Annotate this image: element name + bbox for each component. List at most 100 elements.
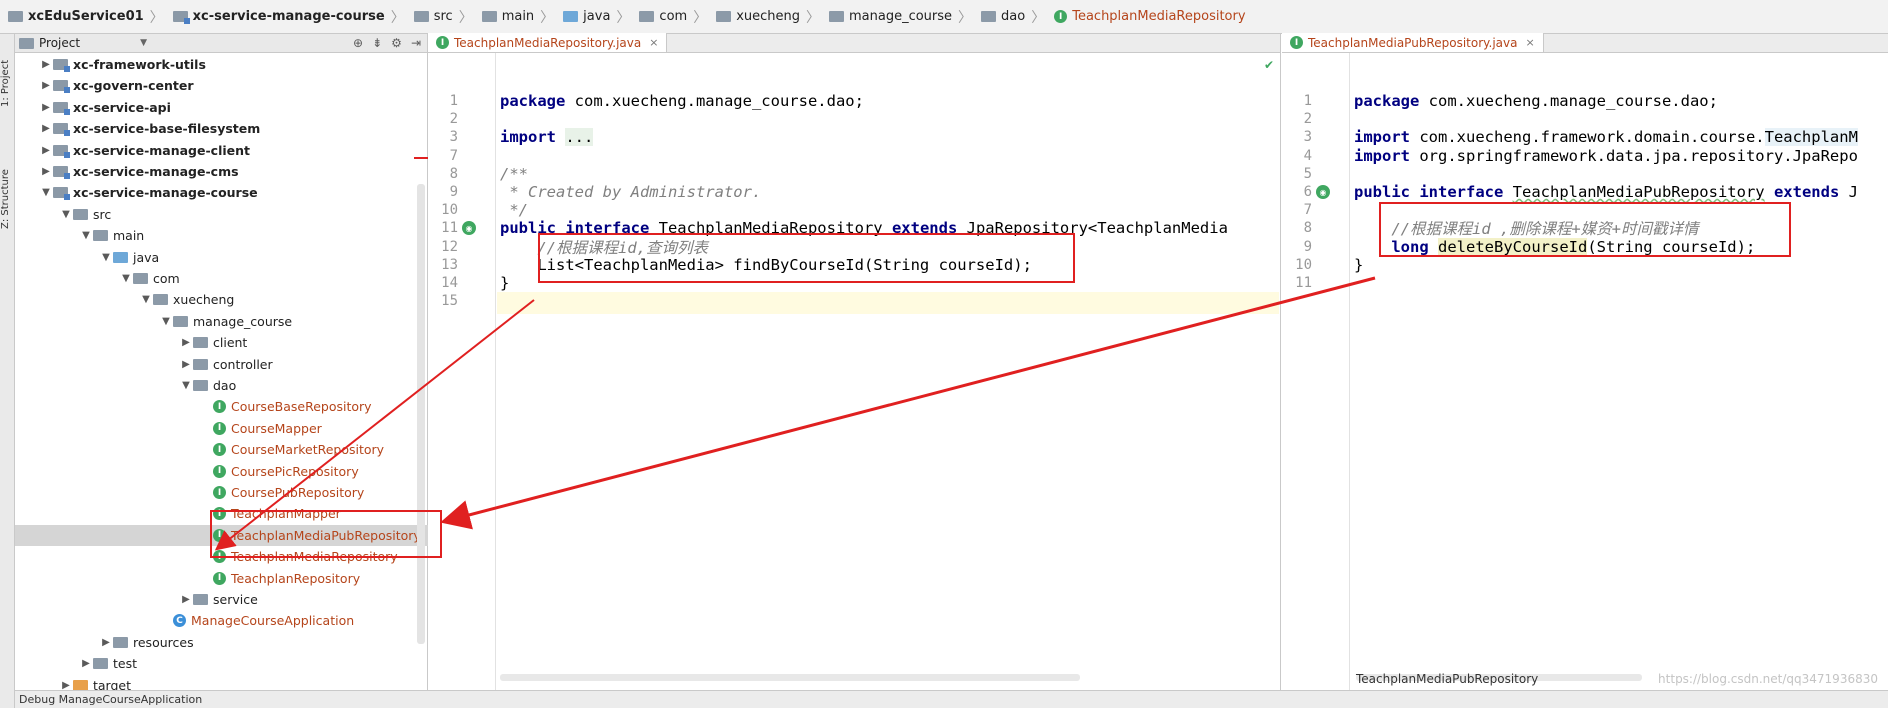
tree-item-label: java [133, 249, 160, 265]
interface-icon: I [213, 571, 226, 585]
chevron-right-icon[interactable]: ▶ [39, 145, 53, 156]
project-tool-button[interactable]: 1: Project [0, 38, 15, 128]
chevron-right-icon[interactable]: ▶ [59, 680, 73, 691]
folder-icon [8, 11, 23, 22]
tree-item-label: ManageCourseApplication [191, 613, 355, 629]
breadcrumb-label: xc-service-manage-course [192, 9, 385, 24]
chevron-down-icon[interactable]: ▼ [179, 380, 193, 391]
breadcrumb-item[interactable]: manage_course [825, 4, 956, 30]
breadcrumb-footer[interactable]: TeachplanMediaPubRepository [1356, 672, 1538, 686]
tree-item[interactable]: ▶ controller [15, 354, 428, 375]
breadcrumb-item[interactable]: dao [977, 4, 1029, 30]
breadcrumb-item[interactable]: I TeachplanMediaRepository [1050, 4, 1249, 30]
line-number: 2 [449, 111, 458, 128]
chevron-right-icon[interactable]: ▶ [99, 637, 113, 648]
code-line[interactable]: 15 [428, 290, 1280, 312]
chevron-right-icon[interactable]: ▶ [179, 594, 193, 605]
chevron-right-icon[interactable]: ▶ [39, 102, 53, 113]
tree-item[interactable]: ▶ xc-govern-center [15, 75, 428, 96]
chevron-right-icon[interactable]: ▶ [39, 59, 53, 70]
tree-item[interactable]: I CoursePubRepository [15, 482, 428, 503]
chevron-right-icon[interactable]: ▶ [79, 658, 93, 669]
tree-item[interactable]: ▼ manage_course [15, 311, 428, 332]
breadcrumb-item[interactable]: xuecheng [712, 4, 804, 30]
source-folder-icon [563, 11, 579, 22]
breadcrumb-item[interactable]: xcEduService01 [4, 4, 148, 30]
tree-item[interactable]: I TeachplanRepository [15, 568, 428, 589]
code-line[interactable]: 11 [1282, 272, 1888, 294]
tree-item[interactable]: ▶ xc-service-manage-client [15, 140, 428, 161]
tree-item[interactable]: ▶ client [15, 332, 428, 353]
tree-item-label: dao [213, 378, 237, 393]
tree-item-label: service [213, 592, 258, 607]
target-icon[interactable]: ⊕ [353, 36, 363, 50]
tree-item[interactable]: ▶ test [15, 653, 428, 674]
line-number: 15 [441, 293, 458, 310]
chevron-right-icon[interactable]: ▶ [179, 359, 193, 370]
tree-item[interactable]: C ManageCourseApplication [15, 610, 428, 631]
chevron-down-icon[interactable]: ▼ [159, 316, 173, 327]
project-panel-title[interactable]: Project [39, 36, 80, 50]
tree-item[interactable]: ▼ xuecheng [15, 289, 428, 310]
tree-item[interactable]: ▶ resources [15, 632, 428, 653]
chevron-right-icon[interactable]: ▶ [39, 166, 53, 177]
chevron-down-icon[interactable]: ▼ [79, 230, 93, 241]
chevron-down-icon[interactable]: ▼ [140, 38, 147, 48]
bottom-tool-bar: Debug ManageCourseApplication [15, 690, 1888, 708]
tree-item[interactable]: ▼ java [15, 247, 428, 268]
line-number: 1 [449, 93, 458, 109]
chevron-down-icon[interactable]: ▼ [139, 294, 153, 305]
breadcrumb-item[interactable]: java [559, 4, 614, 30]
folder-icon [193, 337, 208, 349]
tree-item[interactable]: ▼ com [15, 268, 428, 289]
breadcrumb-item[interactable]: xc-service-manage-course [169, 4, 389, 30]
breadcrumb-item[interactable]: src [410, 4, 457, 30]
tree-item[interactable]: ▼ main [15, 225, 428, 246]
tree-item[interactable]: I CourseMarketRepository [15, 439, 428, 460]
tree-item-label: xc-service-manage-course [73, 185, 258, 201]
tab-teachplan-media-pub-repository[interactable]: I TeachplanMediaPubRepository.java × [1282, 33, 1544, 52]
editor-left-tab-bar: I TeachplanMediaRepository.java × [428, 33, 1280, 53]
gear-icon[interactable]: ⚙ [391, 36, 402, 50]
editor-left-hscrollbar[interactable] [500, 674, 1080, 681]
tab-teachplan-media-repository[interactable]: I TeachplanMediaRepository.java × [428, 33, 668, 52]
structure-tool-button[interactable]: Z: Structure [0, 154, 15, 244]
chevron-down-icon[interactable]: ▼ [39, 187, 53, 198]
collapse-icon[interactable]: ⇟ [372, 36, 382, 50]
breadcrumb-label: xuecheng [736, 9, 800, 24]
chevron-down-icon[interactable]: ▼ [119, 273, 133, 284]
tree-item[interactable]: ▶ xc-service-manage-cms [15, 161, 428, 182]
breadcrumb-label: main [501, 9, 535, 24]
breadcrumb-item[interactable]: com [635, 4, 691, 30]
tree-item[interactable]: ▶ xc-service-api [15, 97, 428, 118]
breadcrumb-label: java [583, 9, 611, 24]
tree-item[interactable]: I CourseBaseRepository [15, 396, 428, 417]
breadcrumb-item[interactable]: main [478, 4, 538, 30]
tree-item[interactable]: ▶ xc-framework-utils [15, 54, 428, 75]
tree-item-label: CourseBaseRepository [231, 399, 372, 415]
tree-item[interactable]: I CoursePicRepository [15, 461, 428, 482]
chevron-down-icon[interactable]: ▼ [59, 209, 73, 220]
tree-scrollbar[interactable] [417, 184, 425, 644]
tree-item[interactable]: ▶ xc-service-base-filesystem [15, 118, 428, 139]
chevron-right-icon[interactable]: ▶ [39, 80, 53, 91]
tree-item[interactable]: I CourseMapper [15, 418, 428, 439]
chevron-down-icon[interactable]: ▼ [99, 252, 113, 263]
tree-item[interactable]: ▼ dao [15, 375, 428, 396]
chevron-right-icon[interactable]: ▶ [39, 123, 53, 134]
close-icon[interactable]: × [649, 36, 658, 49]
implemented-icon[interactable]: ◉ [1316, 185, 1330, 199]
line-number: 8 [449, 165, 458, 182]
minimize-icon[interactable]: ⇥ [411, 36, 421, 50]
line-number: 11 [1295, 275, 1312, 291]
breadcrumb-separator: 〉 [616, 9, 631, 26]
tree-item[interactable]: ▶ service [15, 589, 428, 610]
chevron-right-icon[interactable]: ▶ [179, 337, 193, 348]
debug-tab[interactable]: Debug ManageCourseApplication [19, 693, 202, 706]
tree-item[interactable]: ▼ src [15, 204, 428, 225]
folder-icon [173, 315, 188, 327]
tree-item-label: CoursePubRepository [231, 485, 365, 500]
tree-item[interactable]: ▼ xc-service-manage-course [15, 182, 428, 203]
tree-item-label: xc-service-manage-cms [73, 164, 239, 179]
close-icon[interactable]: × [1525, 36, 1534, 49]
